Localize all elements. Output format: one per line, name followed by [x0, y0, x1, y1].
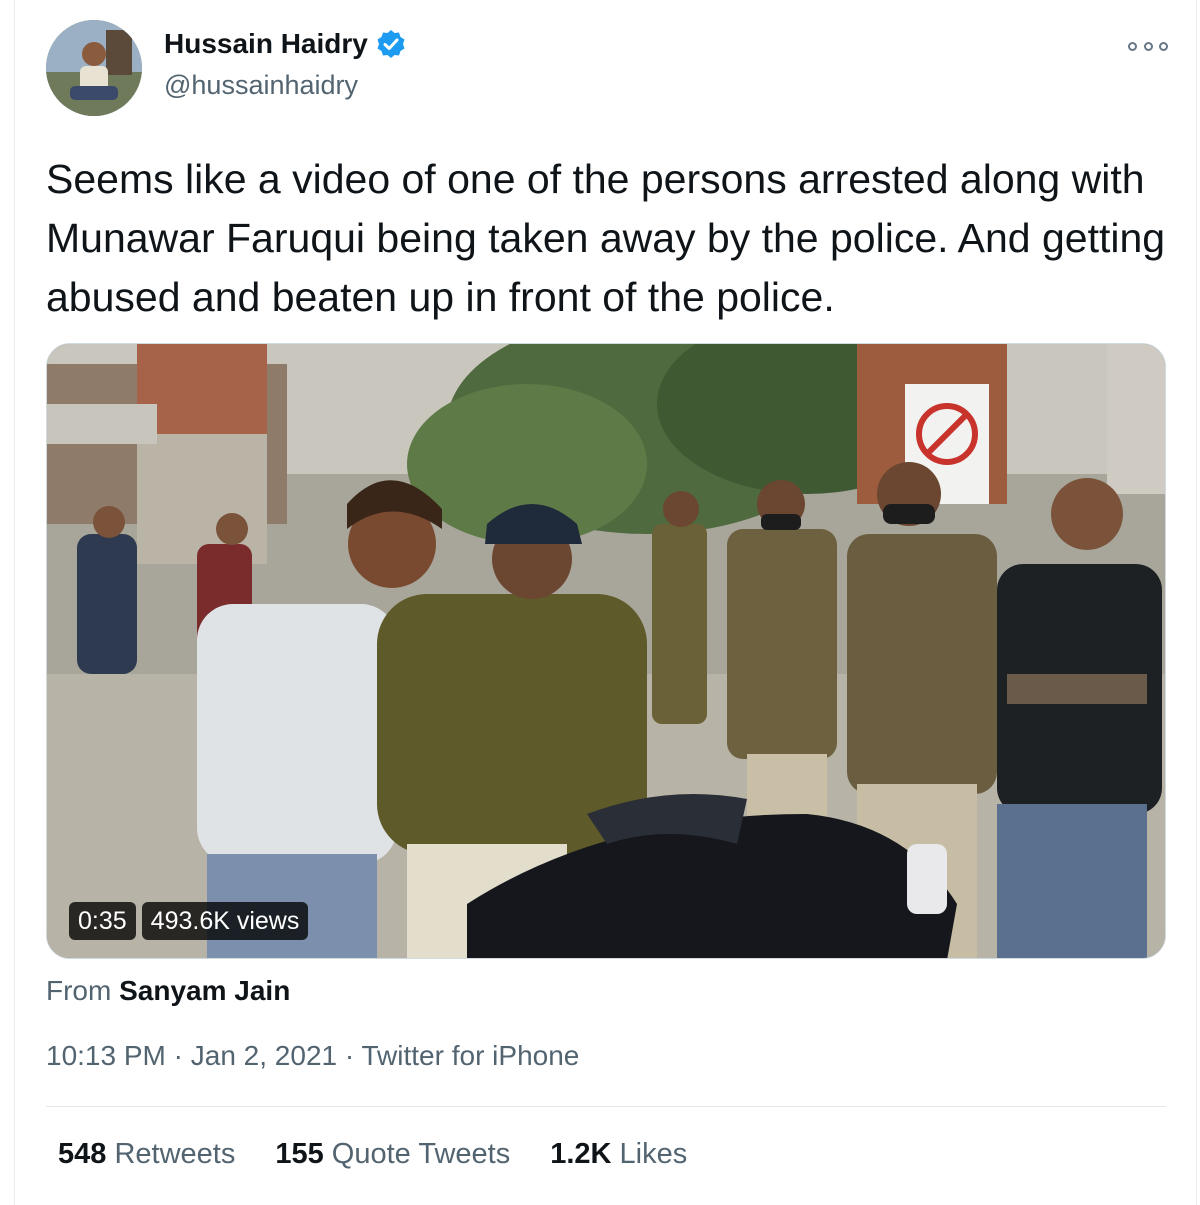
tweet-text: Seems like a video of one of the persons…	[46, 156, 1166, 320]
video-view-count: 493.6K views	[141, 902, 309, 940]
video-source: From Sanyam Jain	[46, 975, 290, 1007]
author-display-name[interactable]: Hussain Haidry	[164, 28, 368, 60]
likes-count: 1.2K	[550, 1138, 612, 1170]
video-thumbnail	[47, 344, 1165, 958]
meta-separator: ·	[173, 1040, 183, 1071]
dot-icon	[1143, 41, 1153, 51]
tweet-card: Hussain Haidry @hussainhaidry Seems like…	[0, 0, 1200, 1205]
dot-icon	[1128, 41, 1137, 51]
divider	[46, 1106, 1166, 1107]
more-options-icon[interactable]	[1128, 34, 1168, 58]
likes-stat[interactable]: 1.2K Likes	[550, 1138, 687, 1171]
tweet-time[interactable]: 10:13 PM	[46, 1040, 166, 1071]
author-name-row[interactable]: Hussain Haidry	[164, 28, 406, 60]
avatar[interactable]	[46, 20, 142, 116]
source-prefix: From	[46, 975, 112, 1006]
author-handle[interactable]: @hussainhaidry	[164, 70, 358, 101]
retweets-stat[interactable]: 548 Retweets	[58, 1138, 235, 1171]
quote-tweets-label: Quote Tweets	[331, 1138, 511, 1170]
verified-badge-icon	[376, 29, 406, 59]
video-duration: 0:35	[69, 902, 136, 940]
tweet-client[interactable]: Twitter for iPhone	[361, 1040, 579, 1071]
dot-icon	[1159, 41, 1168, 51]
meta-separator: ·	[344, 1040, 355, 1071]
retweets-label: Retweets	[114, 1138, 236, 1170]
tweet-date[interactable]: Jan 2, 2021	[191, 1040, 337, 1071]
video-player[interactable]: 0:35 493.6K views	[46, 343, 1166, 959]
retweets-count: 548	[58, 1138, 107, 1170]
quote-tweets-stat[interactable]: 155 Quote Tweets	[275, 1138, 510, 1171]
quote-tweets-count: 155	[275, 1138, 324, 1170]
source-name-link[interactable]: Sanyam Jain	[119, 975, 290, 1006]
likes-label: Likes	[619, 1138, 688, 1170]
card-right-border	[1196, 0, 1197, 1205]
card-left-border	[14, 0, 15, 1205]
engagement-stats: 548 Retweets 155 Quote Tweets 1.2K Likes	[58, 1138, 687, 1171]
video-badges: 0:35 493.6K views	[69, 902, 309, 940]
tweet-meta: 10:13 PM · Jan 2, 2021 · Twitter for iPh…	[46, 1040, 579, 1072]
